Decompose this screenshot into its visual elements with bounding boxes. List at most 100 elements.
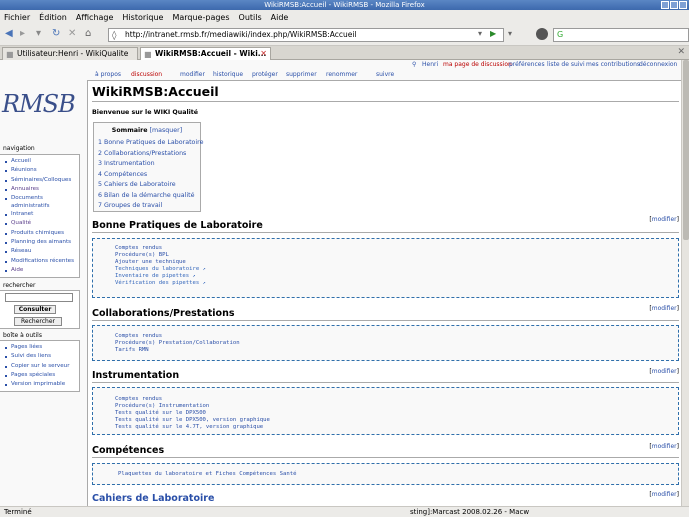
personal-logout[interactable]: déconnexion xyxy=(639,61,677,68)
minimize-button[interactable] xyxy=(661,1,669,9)
dropdown-icon[interactable]: ▾ xyxy=(36,28,41,39)
edit-section-link[interactable]: [modifier] xyxy=(649,491,679,498)
box-link[interactable]: Comptes rendus xyxy=(115,396,162,402)
nav-annuaires[interactable]: Annuaires xyxy=(4,185,79,194)
web-search-input[interactable]: G xyxy=(553,28,689,42)
tab-a-propos[interactable]: à propos xyxy=(95,70,121,80)
search-heading: rechercher xyxy=(3,282,36,289)
menu-affichage[interactable]: Affichage xyxy=(76,10,114,25)
tab-modifier[interactable]: modifier xyxy=(180,70,205,80)
url-arrow-icon[interactable]: ▾ xyxy=(508,29,512,38)
stop-icon[interactable]: ✕ xyxy=(68,28,76,39)
personal-watchlist[interactable]: liste de suivi xyxy=(547,61,585,68)
tool-version-imprimable[interactable]: Version imprimable xyxy=(4,380,79,389)
personal-discussion[interactable]: ma page de discussion xyxy=(443,61,512,68)
personal-user[interactable]: Henri xyxy=(422,61,438,68)
menu-marque-pages[interactable]: Marque-pages xyxy=(172,10,229,25)
nav-seminaires[interactable]: Séminaires/Colloques xyxy=(4,176,79,185)
tab-supprimer[interactable]: supprimer xyxy=(286,70,317,80)
toc-item[interactable]: 7 Groupes de travail xyxy=(98,202,162,209)
url-dropdown-icon[interactable]: ▾ xyxy=(478,29,482,38)
section-box: Plaquettes du laboratoire et Fiches Comp… xyxy=(92,463,679,485)
box-link[interactable]: Tests qualité sur le DPX500, version gra… xyxy=(115,417,270,423)
url-bar[interactable]: ◊ http://intranet.rmsb.fr/mediawiki/inde… xyxy=(108,28,504,42)
tool-pages-speciales[interactable]: Pages spéciales xyxy=(4,371,79,380)
tab-discussion[interactable]: discussion xyxy=(131,70,162,80)
box-link[interactable]: Ajouter une technique xyxy=(115,259,186,265)
nav-documents[interactable]: Documents administratifs xyxy=(4,194,79,210)
toc-item[interactable]: 3 Instrumentation xyxy=(98,160,155,167)
tool-pages-liees[interactable]: Pages liées xyxy=(4,343,79,352)
box-external-link[interactable]: Techniques du laboratoire ↗ xyxy=(115,266,206,272)
scrollbar-thumb[interactable] xyxy=(683,60,689,240)
reload-icon[interactable]: ↻ xyxy=(52,28,60,39)
wiki-search-input[interactable] xyxy=(5,293,73,302)
nav-produits-chimiques[interactable]: Produits chimiques xyxy=(4,229,79,238)
tab-renommer[interactable]: renommer xyxy=(326,70,357,80)
menu-historique[interactable]: Historique xyxy=(122,10,163,25)
tool-suivi-liens[interactable]: Suivi des liens xyxy=(4,352,79,361)
home-icon[interactable]: ⌂ xyxy=(85,28,91,39)
tab-suivre[interactable]: suivre xyxy=(376,70,394,80)
toc-item[interactable]: 2 Collaborations/Prestations xyxy=(98,150,186,157)
section-divider xyxy=(92,320,679,321)
menu-aide[interactable]: Aide xyxy=(271,10,289,25)
nav-accueil[interactable]: Accueil xyxy=(4,157,79,166)
toc-item[interactable]: 1 Bonne Pratiques de Laboratoire xyxy=(98,139,203,146)
menubar: Fichier Édition Affichage Historique Mar… xyxy=(0,10,689,25)
menu-outils[interactable]: Outils xyxy=(239,10,262,25)
forward-icon[interactable]: ▸ xyxy=(20,28,25,39)
tab-historique[interactable]: historique xyxy=(213,70,243,80)
nav-planning-aimants[interactable]: Planning des aimants xyxy=(4,238,79,247)
consulter-button[interactable]: Consulter xyxy=(14,305,56,314)
maximize-button[interactable] xyxy=(670,1,678,9)
tool-copier-serveur[interactable]: Copier sur le serveur xyxy=(4,362,79,371)
close-window-button[interactable] xyxy=(679,1,687,9)
nav-intranet[interactable]: Intranet xyxy=(4,210,79,219)
nav-qualite[interactable]: Qualité xyxy=(4,219,79,228)
rechercher-button[interactable]: Rechercher xyxy=(14,317,62,326)
box-external-link[interactable]: Inventaire de pipettes ↗ xyxy=(115,273,195,279)
edit-section-link[interactable]: [modifier] xyxy=(649,216,679,223)
nav-modifications-recentes[interactable]: Modifications récentes xyxy=(4,257,79,266)
nav-aide[interactable]: Aide xyxy=(4,266,79,275)
box-link[interactable]: Plaquettes du laboratoire et Fiches Comp… xyxy=(118,471,297,477)
box-link[interactable]: Tests qualité sur le DPX500 xyxy=(115,410,206,416)
logo-text: RMSB xyxy=(2,90,76,118)
toc-item[interactable]: 4 Compétences xyxy=(98,171,147,178)
tab-wikirmsb-accueil[interactable]: ■ WikiRMSB:Accueil - Wiki... ✕ xyxy=(140,47,271,60)
toc-hide-link[interactable]: [masquer] xyxy=(150,127,183,134)
toc-item[interactable]: 5 Cahiers de Laboratoire xyxy=(98,181,176,188)
box-link[interactable]: Procédure(s) Prestation/Collaboration xyxy=(115,340,240,346)
page-favicon-icon: ◊ xyxy=(112,31,117,41)
box-external-link[interactable]: Vérification des pipettes ↗ xyxy=(115,280,206,286)
edit-section-link[interactable]: [modifier] xyxy=(649,443,679,450)
box-link[interactable]: Comptes rendus xyxy=(115,245,162,251)
page-scrollbar[interactable] xyxy=(681,60,689,506)
back-icon[interactable]: ◀ xyxy=(5,28,13,39)
tab-proteger[interactable]: protéger xyxy=(252,70,278,80)
box-link[interactable]: Tarifs RMN xyxy=(115,347,149,353)
box-link[interactable]: Tests qualité sur le 4.7T, version graph… xyxy=(115,424,263,430)
edit-section-link[interactable]: [modifier] xyxy=(649,305,679,312)
personal-contributions[interactable]: mes contributions xyxy=(586,61,640,68)
taskbar-text: sting]:Marcast 2008.02.26 - Macw xyxy=(410,508,530,516)
nav-reunions[interactable]: Réunions xyxy=(4,166,79,175)
go-icon[interactable]: ▶ xyxy=(490,29,496,38)
personal-preferences[interactable]: préférences xyxy=(509,61,545,68)
edit-section-link[interactable]: [modifier] xyxy=(649,368,679,375)
toc-item[interactable]: 6 Bilan de la démarche qualité xyxy=(98,192,195,199)
tab-utilisateur-henri[interactable]: ■ Utilisateur:Henri - WikiQualite xyxy=(2,47,138,60)
nav-reseau[interactable]: Réseau xyxy=(4,247,79,256)
menu-edition[interactable]: Édition xyxy=(39,10,67,25)
box-link[interactable]: Comptes rendus xyxy=(115,333,162,339)
search-engine-icon[interactable]: G xyxy=(557,30,563,39)
box-link[interactable]: Procédure(s) Instrumentation xyxy=(115,403,209,409)
site-logo[interactable]: RMSB xyxy=(2,82,87,132)
tab-close-icon[interactable]: ✕ xyxy=(260,48,267,60)
box-link[interactable]: Procédure(s) BPL xyxy=(115,252,169,258)
user-icon-link[interactable]: ⚲ xyxy=(412,61,416,68)
close-tab-icon[interactable]: ✕ xyxy=(677,47,685,57)
menu-fichier[interactable]: Fichier xyxy=(4,10,30,25)
navigation-toolbar: ◀ ▸ ▾ ↻ ✕ ⌂ ◊ http://intranet.rmsb.fr/me… xyxy=(0,25,689,46)
